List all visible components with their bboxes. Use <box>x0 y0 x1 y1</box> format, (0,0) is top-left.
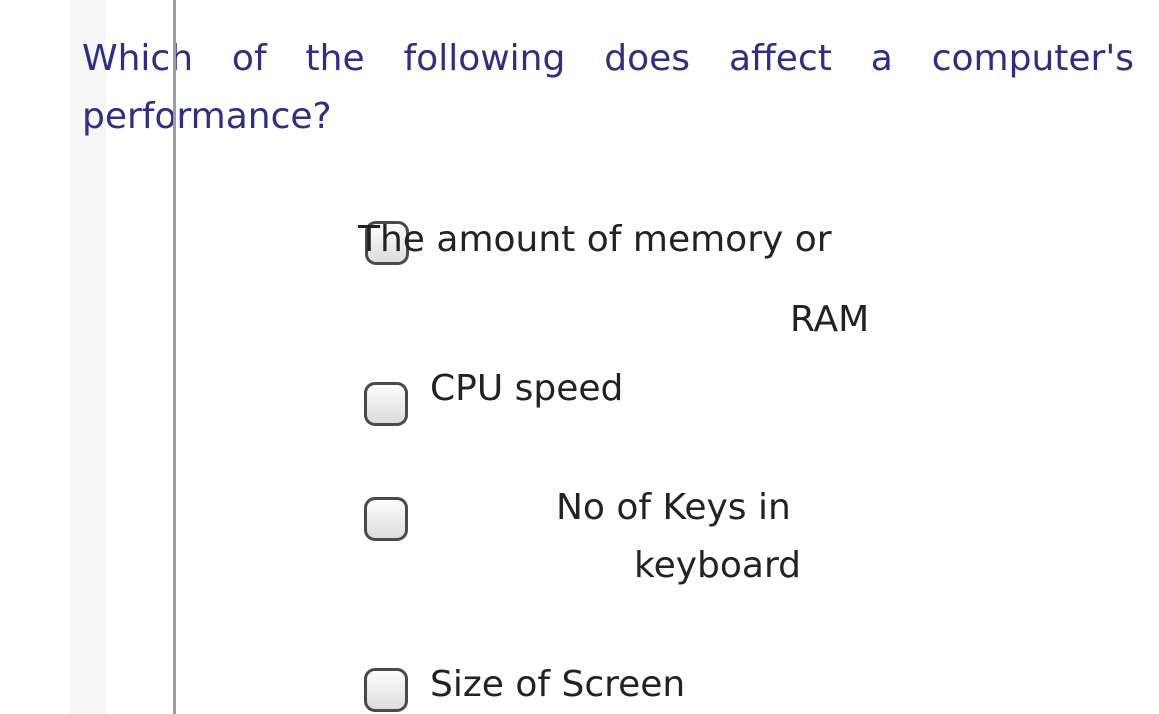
option-label-keys: No of Keys in <box>556 487 791 528</box>
option-label-memory-line2: RAM <box>790 299 870 340</box>
option-label-memory: The amount of memory or <box>358 219 832 260</box>
option-label-screen-size: Size of Screen <box>430 664 686 705</box>
option-label-cpu-speed: CPU speed <box>430 368 624 409</box>
option-checkbox-screen-size[interactable] <box>364 668 408 712</box>
option-checkbox-keys[interactable] <box>364 497 408 541</box>
question-text: Which of the following does affect a com… <box>82 38 1134 137</box>
option-checkbox-cpu-speed[interactable] <box>364 382 408 426</box>
vertical-divider-line <box>173 0 176 714</box>
option-label-keys-line2: keyboard <box>634 545 801 586</box>
